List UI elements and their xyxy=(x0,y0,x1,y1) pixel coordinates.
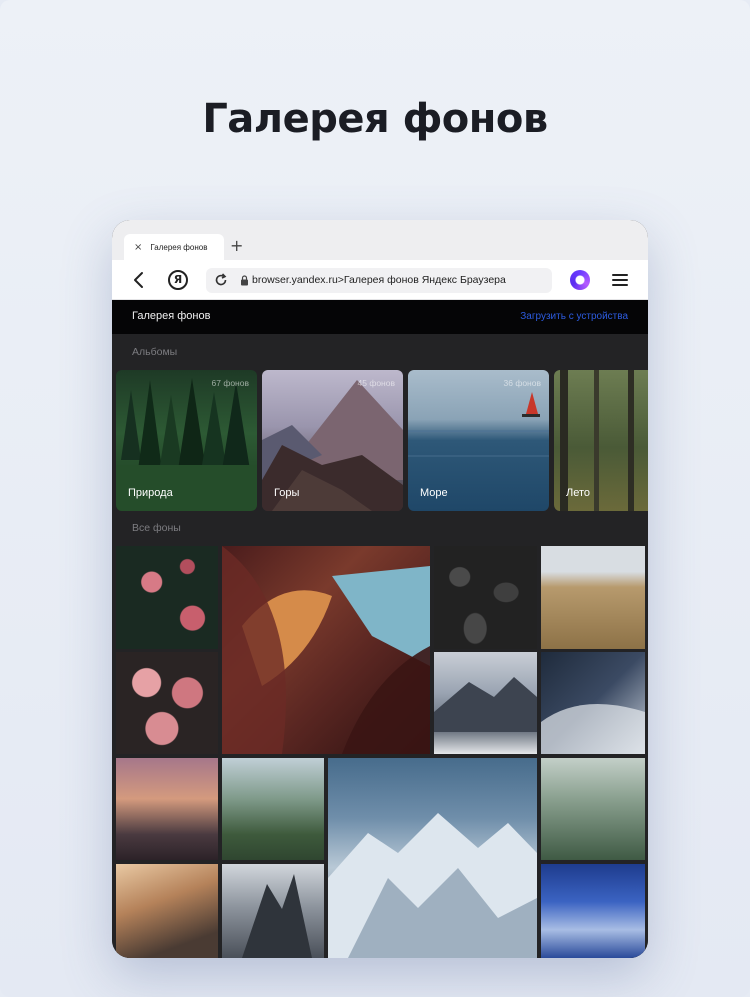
wallpaper-image xyxy=(222,546,430,754)
album-count: 45 фонов xyxy=(357,378,395,388)
upload-link[interactable]: Загрузить с устройства xyxy=(520,311,628,322)
album-name: Природа xyxy=(128,487,173,499)
promo-title: Галерея фонов xyxy=(202,96,548,142)
album-card[interactable]: 36 фонов Море xyxy=(408,370,549,511)
album-name: Горы xyxy=(274,487,300,499)
album-count: 36 фонов xyxy=(503,378,541,388)
wallpaper-tile[interactable] xyxy=(541,864,645,958)
wallpaper-tile[interactable] xyxy=(434,546,537,649)
reload-icon[interactable] xyxy=(214,273,228,287)
yandex-icon[interactable]: Я xyxy=(168,270,188,290)
wallpaper-tile[interactable] xyxy=(116,864,218,958)
address-bar[interactable]: browser.yandex.ru>Галерея фонов Яндекс Б… xyxy=(206,268,552,293)
close-icon[interactable]: × xyxy=(134,242,142,253)
alice-icon[interactable] xyxy=(570,270,590,290)
album-name: Море xyxy=(420,487,448,499)
page-title: Галерея фонов xyxy=(132,310,211,322)
album-name: Лето xyxy=(566,487,591,499)
wallpaper-tile[interactable] xyxy=(328,758,537,958)
wallpaper-tile[interactable] xyxy=(116,546,218,649)
wallpaper-tile[interactable] xyxy=(222,864,324,958)
wallpaper-tile[interactable] xyxy=(222,546,430,754)
browser-toolbar: Я browser.yandex.ru>Галерея фонов Яндекс… xyxy=(112,260,648,300)
wallpaper-tile[interactable] xyxy=(434,652,537,754)
wallpaper-image xyxy=(434,677,537,732)
lock-icon xyxy=(241,275,248,286)
wallpaper-tile[interactable] xyxy=(541,652,645,754)
wallpaper-tile[interactable] xyxy=(541,546,645,649)
back-icon[interactable] xyxy=(132,271,146,289)
album-card[interactable]: 45 фонов Горы xyxy=(262,370,403,511)
album-count: 67 фонов xyxy=(211,378,249,388)
wallpaper-image xyxy=(541,704,645,754)
wallpaper-image xyxy=(328,813,537,958)
tab-title: Галерея фонов xyxy=(150,242,208,252)
gallery-content: Альбомы 67 фонов Природа 45 фонов Горы 3… xyxy=(112,334,648,958)
all-backgrounds-label: Все фоны xyxy=(132,522,181,534)
tab-bar: × Галерея фонов + xyxy=(112,220,648,260)
tab-gallery[interactable]: × Галерея фонов xyxy=(124,234,224,260)
wallpaper-tile[interactable] xyxy=(116,758,218,860)
albums-label: Альбомы xyxy=(132,346,178,358)
album-card[interactable]: 67 фонов Природа xyxy=(116,370,257,511)
new-tab-icon[interactable]: + xyxy=(230,236,243,255)
browser-window: × Галерея фонов + Я browser.yandex.ru>Га… xyxy=(112,220,648,958)
wallpaper-tile[interactable] xyxy=(541,758,645,860)
wallpaper-tile[interactable] xyxy=(116,652,218,754)
menu-icon[interactable] xyxy=(612,273,628,287)
url-text: browser.yandex.ru>Галерея фонов Яндекс Б… xyxy=(252,274,506,286)
wallpaper-image xyxy=(242,874,312,958)
album-card[interactable]: Лето xyxy=(554,370,648,511)
wallpaper-tile[interactable] xyxy=(222,758,324,860)
gallery-header: Галерея фонов Загрузить с устройства xyxy=(112,300,648,334)
